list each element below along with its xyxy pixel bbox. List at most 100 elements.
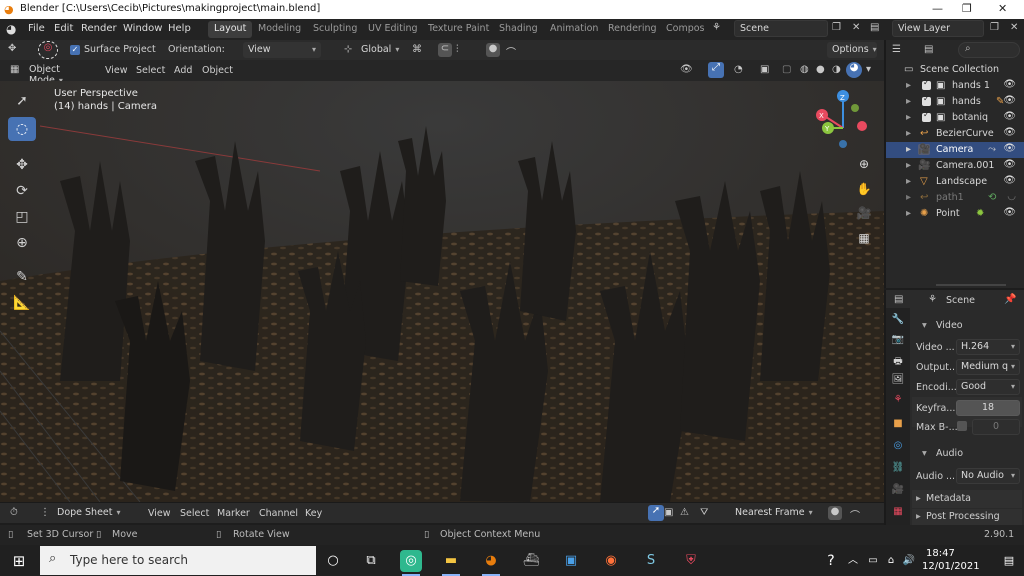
eye-icon[interactable]: 👁 [1003,143,1016,154]
scene-tab-icon[interactable]: ⚘ [891,394,905,408]
app-icon-1[interactable]: ◎ [400,550,422,576]
keyframe-interval-field[interactable]: 18 [956,400,1020,416]
outliner-display-icon[interactable]: ▤ [924,44,933,55]
eye-icon[interactable]: 👁 [1003,111,1016,122]
tab-shading[interactable]: Shading [493,21,544,38]
object-tab-icon[interactable]: ■ [891,418,905,432]
material-shading-icon[interactable]: ◑ [832,64,841,75]
view-layer-tab-icon[interactable]: 🖼 [891,374,905,388]
expand-arrow-icon[interactable]: ▸ [906,128,911,139]
timeline-editor-icon[interactable]: ⏱ [10,507,18,518]
outliner-item-hands-1[interactable]: ▸ ▣ hands 1 👁 [886,78,1024,94]
taskbar-search-input[interactable]: ⌕ Type here to search [40,546,316,575]
tool-tab-icon[interactable]: 🔧 [891,314,905,328]
outliner-scrollbar[interactable] [936,284,1006,286]
xray-icon[interactable]: ▣ [760,64,769,75]
tab-compositing[interactable]: Compos [660,21,711,38]
dope-menu-view[interactable]: View [148,508,171,519]
scene-field[interactable]: Scene [734,20,828,37]
snap-icon[interactable]: ⊂ [438,43,452,57]
expand-arrow-icon[interactable]: ▸ [906,208,911,219]
snap-mode-dropdown[interactable]: Nearest Frame ▾ [730,505,822,521]
expand-arrow-icon[interactable]: ▸ [906,160,911,171]
include-checkbox[interactable] [922,78,931,90]
expand-arrow-icon[interactable]: ▸ [906,192,911,203]
viewport-menu-select[interactable]: Select [136,65,165,76]
remove-scene-icon[interactable]: ✕ [852,22,860,33]
outliner-item-hands[interactable]: ▸ ▣ hands ✎ 👁 [886,94,1024,110]
tab-sculpting[interactable]: Sculpting [307,21,363,38]
scale-tool-icon[interactable]: ◰ [8,205,36,229]
pan-hand-icon[interactable]: ✋ [854,179,874,199]
tool-select-icon[interactable]: ✥ [8,43,16,54]
outliner-item-botaniq[interactable]: ▸ ▣ botaniq 👁 [886,110,1024,126]
minimize-icon[interactable]: — [932,2,943,15]
output-tab-icon[interactable]: 🖶 [891,354,905,368]
tab-texture-paint[interactable]: Texture Paint [422,21,495,38]
view-layer-field[interactable]: View Layer [892,20,984,37]
filter-icon[interactable]: ⛛ [700,507,708,518]
help-icon[interactable]: ? [820,550,842,572]
annotate-tool-icon[interactable]: ✎ [8,265,36,289]
outliner-item-path1[interactable]: ▸ ↩ path1 ⟲ ◡ [886,190,1024,206]
tab-animation[interactable]: Animation [544,21,604,38]
properties-editor-icon[interactable]: ▤ [894,294,903,305]
blender-taskbar-icon[interactable]: ◕ [480,550,502,576]
scene-icon[interactable]: ⚘ [712,22,721,33]
eye-icon[interactable]: 👁 [1003,79,1016,90]
camera-view-icon[interactable]: 🎥 [854,203,874,223]
audio-codec-dropdown[interactable]: No Audio ▾ [956,468,1020,484]
maximize-icon[interactable]: ❐ [962,2,972,15]
measure-tool-icon[interactable]: 📐 [8,291,36,315]
only-selected-icon[interactable]: ➚ [648,505,664,521]
visibility-icon[interactable]: 👁 [680,64,693,75]
dope-menu-key[interactable]: Key [305,508,322,519]
section-post-processing[interactable]: ▸ Post Processing [912,509,1022,525]
tab-uv-editing[interactable]: UV Editing [362,21,424,38]
eye-icon[interactable]: 👁 [1003,207,1016,218]
section-metadata[interactable]: ▸ Metadata [912,490,1022,508]
expand-arrow-icon[interactable]: ▸ [906,144,911,155]
move-tool-icon[interactable]: ✥ [8,153,36,177]
file-explorer-icon[interactable]: ▬ [440,550,462,576]
firefox-icon[interactable]: ◉ [600,550,622,572]
ortho-grid-icon[interactable]: ▦ [854,228,874,248]
proportional-icon[interactable]: ● [828,506,842,520]
options-dropdown[interactable]: Options ▾ [827,42,877,58]
taskbar-time[interactable]: 18:47 [926,548,955,559]
surface-project-checkbox[interactable]: ✓ [70,45,80,55]
3d-viewport[interactable]: Z X Y User Perspective (14) hands | Came… [0,81,884,502]
max-b-frames-field[interactable]: 0 [972,419,1020,435]
section-video-label[interactable]: Video [936,320,963,331]
select-tool-icon[interactable]: ➚ [8,89,36,113]
show-hidden-icon[interactable]: ▣ [664,507,673,518]
menu-window[interactable]: Window [123,23,162,34]
shading-options-icon[interactable]: ▾ [866,64,871,75]
snap-target-icon[interactable]: ⫶ [456,44,459,55]
gizmo-toggle-icon[interactable]: ⤢ [708,62,724,78]
select-circle-tool-icon[interactable]: ◌ [8,117,36,141]
show-errors-icon[interactable]: ⚠ [680,507,689,518]
rendered-shading-icon[interactable]: ◕ [846,62,862,78]
xray-toggle-icon[interactable]: ▢ [782,64,791,75]
eye-icon[interactable]: 👁 [1003,95,1016,106]
taskbar-date[interactable]: 12/01/2021 [922,561,980,572]
eye-closed-icon[interactable]: ◡ [1007,191,1016,202]
overlay-icon[interactable]: ◔ [734,64,743,75]
expand-arrow-icon[interactable]: ▸ [906,176,911,187]
section-video-arrow-icon[interactable]: ▾ [922,320,927,331]
outliner-search-input[interactable]: ⌕ [958,42,1020,58]
app-icon-4[interactable]: S [640,550,662,572]
notifications-icon[interactable]: ▤ [998,550,1020,572]
tab-modeling[interactable]: Modeling [252,21,307,38]
max-b-frames-checkbox[interactable] [957,421,967,431]
mode-dropdown[interactable]: Object Mode▾ [24,62,94,86]
falloff-curve-icon[interactable]: ⌒ [850,507,860,522]
copy-view-layer-icon[interactable]: ❐ [990,22,999,33]
dope-menu-select[interactable]: Select [180,508,209,519]
falloff-icon[interactable]: ⌒ [506,44,516,59]
physics-tab-icon[interactable]: ◎ [891,440,905,454]
menu-render[interactable]: Render [81,23,117,34]
app-icon-5[interactable]: ⛨ [680,550,702,572]
eye-icon[interactable]: 👁 [1003,159,1016,170]
